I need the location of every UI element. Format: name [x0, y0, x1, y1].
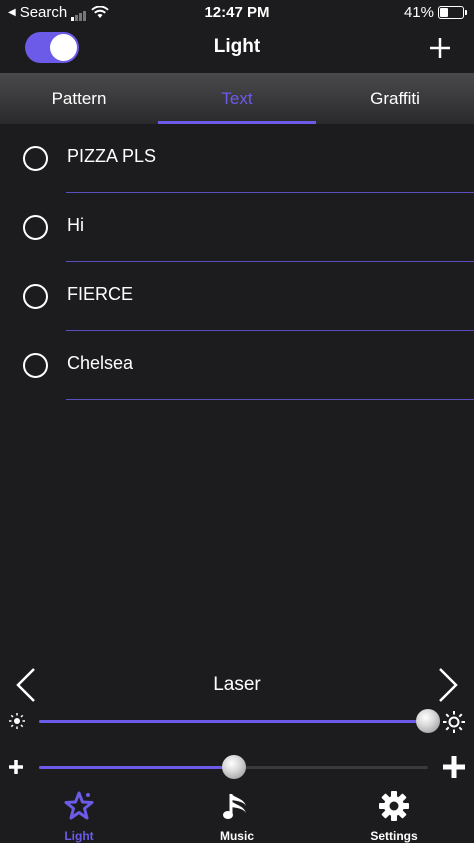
brightness-high-icon [443, 711, 465, 733]
tabbar-item-light[interactable]: Light [34, 790, 124, 843]
plus-large-icon [443, 756, 465, 778]
tabbar-label: Settings [370, 829, 418, 843]
radio-button[interactable] [23, 146, 48, 171]
divider [66, 399, 474, 400]
brightness-low-icon [9, 713, 25, 729]
list-item[interactable]: Hi [0, 193, 474, 262]
size-slider[interactable] [39, 755, 428, 779]
list-item[interactable]: FIERCE [0, 262, 474, 331]
list-item[interactable]: PIZZA PLS [0, 124, 474, 193]
radio-button[interactable] [23, 353, 48, 378]
mode-label: Laser [213, 674, 261, 695]
slider-thumb[interactable] [416, 709, 440, 733]
music-note-icon [223, 794, 246, 819]
chevron-right-icon [439, 668, 458, 702]
tab-pattern[interactable]: Pattern [0, 73, 158, 124]
star-icon [64, 791, 94, 820]
tabbar-item-settings[interactable]: Settings [349, 790, 439, 843]
list-item[interactable]: Chelsea [0, 331, 474, 400]
radio-button[interactable] [23, 215, 48, 240]
text-list: PIZZA PLS Hi FIERCE Chelsea [0, 124, 474, 400]
brightness-slider[interactable] [39, 709, 440, 733]
list-item-label: PIZZA PLS [67, 146, 157, 166]
battery-percent: 41% [403, 4, 434, 21]
bottom-tab-bar: Light Music Settings [0, 786, 474, 843]
list-item-label: FIERCE [67, 284, 134, 304]
page-title: Light [213, 36, 261, 57]
list-item-label: Chelsea [67, 353, 134, 373]
gear-icon [379, 791, 409, 821]
battery-status: 41% [403, 4, 467, 21]
add-button[interactable] [424, 32, 456, 64]
status-bar: ◀ Search 12:47 PM 41% [0, 0, 474, 26]
list-item-label: Hi [67, 215, 84, 235]
plus-icon [430, 38, 450, 58]
next-mode-button[interactable] [432, 665, 462, 705]
tabbar-label: Music [219, 829, 254, 843]
tabbar-label: Light [64, 829, 94, 843]
plus-small-icon [9, 760, 23, 774]
slider-thumb[interactable] [221, 755, 246, 779]
battery-icon [438, 6, 467, 19]
radio-button[interactable] [23, 284, 48, 309]
tab-graffiti[interactable]: Graffiti [316, 73, 474, 124]
tab-text[interactable]: Text [158, 73, 316, 124]
tabbar-item-music[interactable]: Music [192, 790, 282, 843]
segment-tabs: Pattern Text Graffiti [0, 73, 474, 124]
status-time: 12:47 PM [204, 4, 270, 21]
